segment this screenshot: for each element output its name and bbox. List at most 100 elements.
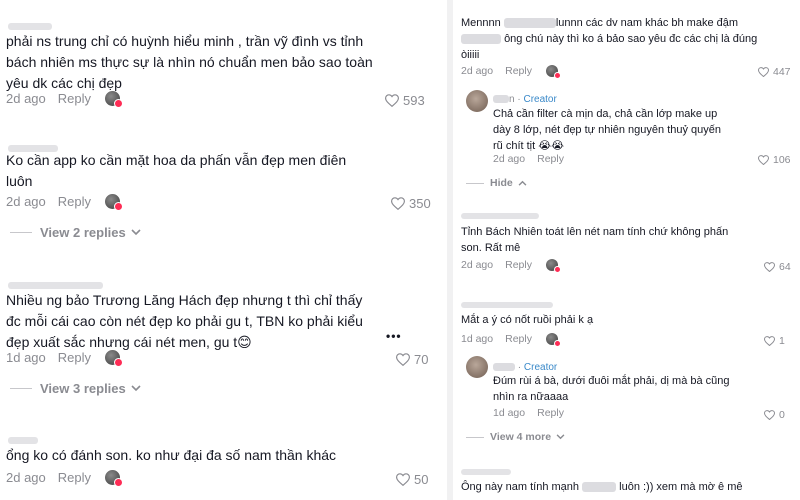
username-blurred[interactable] bbox=[461, 302, 553, 308]
heart-badge-icon bbox=[553, 72, 561, 79]
view-replies-button[interactable]: View 3 replies bbox=[10, 381, 141, 396]
view-replies-label: View 3 replies bbox=[40, 381, 126, 396]
comment-date: 2d ago bbox=[6, 91, 46, 106]
comment-text: Mennnn lunnn các dv nam khác bh make đậm… bbox=[461, 17, 758, 61]
heart-badge-icon bbox=[114, 478, 124, 487]
like-button[interactable]: 64 bbox=[764, 261, 791, 273]
like-count: 447 bbox=[773, 66, 791, 78]
comment-text: Nhiều ng bảo Trương Lăng Hách đẹp nhưng … bbox=[6, 292, 363, 350]
comment-date: 2d ago bbox=[461, 259, 494, 271]
heart-icon bbox=[396, 353, 410, 366]
username-blurred[interactable] bbox=[493, 95, 509, 104]
view-replies-label: View 2 replies bbox=[40, 225, 126, 240]
creator-liked-avatar bbox=[545, 259, 561, 273]
heart-icon bbox=[391, 197, 405, 210]
creator-liked-avatar bbox=[105, 350, 124, 367]
reply-date: 1d ago bbox=[493, 407, 526, 419]
comment-meta: 2d ago Reply bbox=[6, 470, 124, 487]
reply-avatar[interactable] bbox=[466, 356, 488, 378]
comment-meta: 2d ago Reply bbox=[6, 194, 124, 211]
username-blurred[interactable] bbox=[493, 363, 515, 372]
creator-tag: Creator bbox=[523, 94, 557, 105]
like-button[interactable]: 0 bbox=[764, 409, 785, 421]
like-button[interactable]: 1 bbox=[764, 335, 785, 347]
reply-button[interactable]: Reply bbox=[58, 91, 91, 106]
username-blurred[interactable] bbox=[461, 213, 539, 219]
like-button[interactable]: 106 bbox=[758, 154, 791, 166]
reply-button[interactable]: Reply bbox=[58, 470, 91, 485]
comment-date: 1d ago bbox=[461, 333, 494, 345]
reply-button[interactable]: Reply bbox=[505, 65, 532, 77]
heart-icon bbox=[385, 94, 399, 107]
comment-date: 1d ago bbox=[6, 350, 46, 365]
creator-tag: Creator bbox=[523, 362, 558, 373]
comment-text: Ông này nam tính mạnh luôn :)) xem mà mờ… bbox=[461, 481, 743, 493]
reply-avatar[interactable] bbox=[466, 90, 488, 112]
comment-text: Ko cần app ko cần mặt hoa da phấn vẫn đẹ… bbox=[6, 152, 347, 189]
chevron-down-icon bbox=[556, 434, 565, 440]
like-button[interactable]: 350 bbox=[391, 196, 431, 211]
comment-date: 2d ago bbox=[461, 65, 494, 77]
comment-text: Tỉnh Bách Nhiên toát lên nét nam tính ch… bbox=[461, 226, 729, 254]
chevron-down-icon bbox=[131, 385, 141, 392]
reply-button[interactable]: Reply bbox=[505, 259, 532, 271]
reply-button[interactable]: Reply bbox=[537, 407, 564, 419]
view-replies-button[interactable]: View 2 replies bbox=[10, 225, 141, 240]
creator-line: n · Creator bbox=[493, 94, 557, 105]
like-count: 64 bbox=[779, 261, 791, 273]
blurred-text bbox=[582, 482, 617, 493]
comments-panel-right: Mennnn lunnn các dv nam khác bh make đậm… bbox=[450, 0, 800, 500]
like-button[interactable]: 447 bbox=[758, 66, 791, 78]
blurred-text bbox=[461, 34, 501, 45]
heart-icon bbox=[758, 67, 769, 77]
reply-button[interactable]: Reply bbox=[58, 350, 91, 365]
like-count: 70 bbox=[414, 352, 429, 367]
view-more-label: View 4 more bbox=[490, 431, 552, 443]
heart-badge-icon bbox=[553, 266, 561, 273]
like-count: 0 bbox=[779, 409, 785, 421]
creator-line: · Creator bbox=[493, 362, 557, 373]
like-button[interactable]: 70 bbox=[396, 352, 428, 367]
view-more-replies-button[interactable]: View 4 more bbox=[466, 431, 565, 443]
reply-button[interactable]: Reply bbox=[537, 153, 564, 165]
comment-meta: 2d ago Reply bbox=[461, 259, 561, 273]
comment-text: Mắt a ý có nốt ruồi phải k ạ bbox=[461, 314, 594, 326]
creator-liked-avatar bbox=[545, 333, 561, 347]
reply-button[interactable]: Reply bbox=[505, 333, 532, 345]
heart-icon bbox=[396, 473, 410, 486]
divider bbox=[466, 182, 484, 184]
like-count: 1 bbox=[779, 335, 785, 347]
creator-liked-avatar bbox=[105, 470, 124, 487]
creator-liked-avatar bbox=[105, 91, 124, 108]
comment-text: phải ns trung chỉ có huỳnh hiểu minh , t… bbox=[6, 33, 373, 91]
divider bbox=[466, 436, 484, 438]
reply-text: Chả cần filter cà mịn da, chả cần lớp ma… bbox=[493, 108, 722, 152]
username-blurred[interactable] bbox=[8, 282, 103, 289]
blurred-text bbox=[503, 18, 556, 29]
divider bbox=[10, 232, 32, 233]
username-blurred[interactable] bbox=[8, 437, 38, 444]
heart-badge-icon bbox=[114, 358, 124, 367]
comment-meta: 2d ago Reply bbox=[6, 91, 124, 108]
more-options-icon[interactable]: ••• bbox=[386, 329, 402, 343]
reply-meta: 2d ago Reply bbox=[493, 153, 578, 165]
reply-date: 2d ago bbox=[493, 153, 526, 165]
comment-meta: 1d ago Reply bbox=[6, 350, 124, 367]
heart-icon bbox=[764, 410, 775, 420]
heart-badge-icon bbox=[114, 99, 124, 108]
chevron-up-icon bbox=[518, 180, 527, 186]
reply-button[interactable]: Reply bbox=[58, 194, 91, 209]
like-count: 106 bbox=[773, 154, 791, 166]
username-blurred[interactable] bbox=[461, 469, 511, 475]
reply-text: Đúm rùi á bà, dưới đuôi mắt phải, dị mà … bbox=[493, 375, 730, 403]
heart-badge-icon bbox=[553, 340, 561, 347]
username-blurred[interactable] bbox=[8, 23, 52, 30]
divider bbox=[10, 388, 32, 389]
hide-label: Hide bbox=[490, 177, 513, 189]
hide-replies-button[interactable]: Hide bbox=[466, 177, 527, 189]
like-button[interactable]: 50 bbox=[396, 472, 428, 487]
like-count: 350 bbox=[409, 196, 431, 211]
like-count: 50 bbox=[414, 472, 429, 487]
like-button[interactable]: 593 bbox=[385, 93, 425, 108]
comment-text: ổng ko có đánh son. ko như đại đa số nam… bbox=[6, 447, 337, 463]
